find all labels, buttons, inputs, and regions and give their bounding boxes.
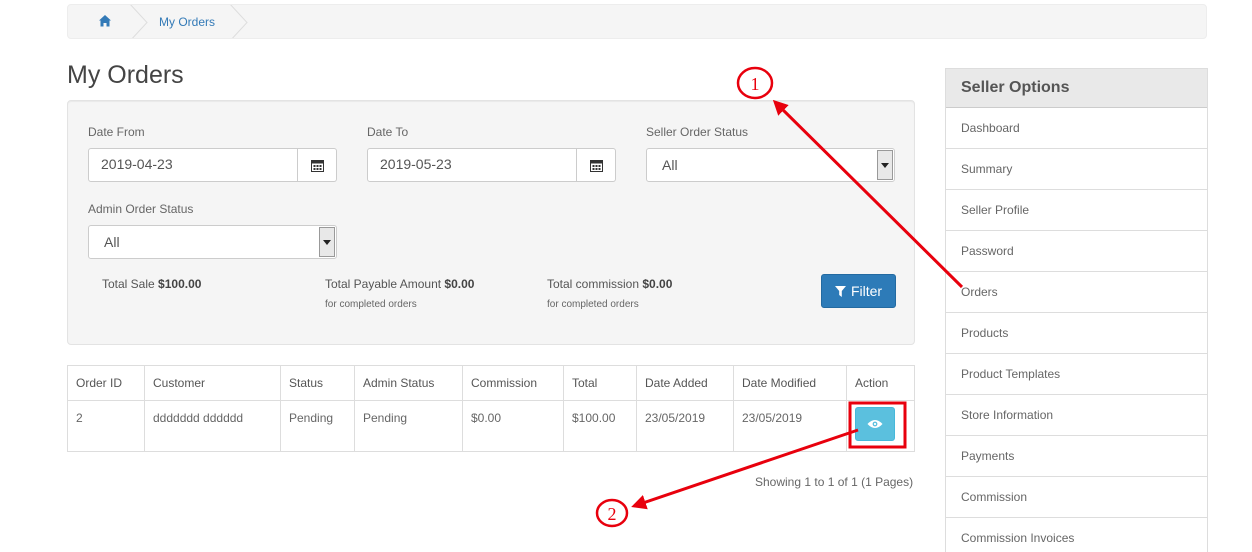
pagination-results: Showing 1 to 1 of 1 (1 Pages) [755, 475, 914, 489]
cell-total: $100.00 [563, 400, 637, 452]
col-date-modified: Date Modified [733, 365, 847, 401]
annotation-marker-2 [595, 498, 629, 528]
sidebar-item-seller-profile[interactable]: Seller Profile [946, 190, 1207, 231]
col-order-id: Order ID [67, 365, 145, 401]
date-from-input[interactable]: 2019-04-23 [88, 148, 298, 182]
page-title: My Orders [67, 61, 184, 89]
cell-commission: $0.00 [462, 400, 564, 452]
col-total: Total [563, 365, 637, 401]
seller-status-label: Seller Order Status [646, 125, 749, 139]
col-date-added: Date Added [636, 365, 734, 401]
annotation-marker-1 [736, 66, 774, 100]
calendar-icon[interactable] [577, 148, 616, 182]
admin-status-label: Admin Order Status [88, 202, 194, 216]
total-payable-note: for completed orders [325, 299, 417, 310]
seller-options-sidebar: Seller Options Dashboard Summary Seller … [945, 68, 1208, 552]
cell-order-id: 2 [67, 400, 145, 452]
col-status: Status [280, 365, 355, 401]
cell-admin-status: Pending [354, 400, 463, 452]
total-commission-label: Total commission [547, 277, 640, 291]
date-to-label: Date To [367, 125, 409, 139]
sidebar-item-product-templates[interactable]: Product Templates [946, 354, 1207, 395]
total-sale: Total Sale $100.00 [102, 277, 201, 291]
filter-button[interactable]: Filter [821, 274, 896, 308]
col-admin-status: Admin Status [354, 365, 463, 401]
sidebar-item-products[interactable]: Products [946, 313, 1207, 354]
date-from-label: Date From [88, 125, 145, 139]
sidebar-item-commission[interactable]: Commission [946, 477, 1207, 518]
sidebar-item-orders[interactable]: Orders [946, 272, 1207, 313]
funnel-icon [834, 285, 846, 297]
sidebar-item-password[interactable]: Password [946, 231, 1207, 272]
breadcrumb-separator [130, 5, 148, 38]
dropdown-arrow-icon[interactable] [319, 227, 335, 257]
date-to-input[interactable]: 2019-05-23 [367, 148, 577, 182]
col-customer: Customer [144, 365, 281, 401]
sidebar-item-store-information[interactable]: Store Information [946, 395, 1207, 436]
calendar-icon[interactable] [298, 148, 337, 182]
total-payable: Total Payable Amount $0.00 [325, 277, 474, 291]
cell-date-added: 23/05/2019 [636, 400, 734, 452]
total-sale-value: $100.00 [158, 277, 202, 291]
view-order-button[interactable] [855, 407, 895, 441]
breadcrumb-separator [230, 5, 248, 38]
annotation-marker-1-label: 1 [751, 74, 760, 94]
col-commission: Commission [462, 365, 564, 401]
admin-status-value: All [104, 234, 120, 250]
filter-panel: Date From 2019-04-23 Date To 2019-05-23 … [67, 100, 915, 345]
eye-icon [867, 420, 883, 428]
total-commission-value: $0.00 [642, 277, 673, 291]
sidebar-item-commission-invoices[interactable]: Commission Invoices [946, 518, 1207, 552]
col-action: Action [846, 365, 915, 401]
cell-status: Pending [280, 400, 355, 452]
annotation-marker-2-label: 2 [608, 504, 617, 524]
dropdown-arrow-icon[interactable] [877, 150, 893, 180]
breadcrumb: My Orders [67, 4, 1207, 39]
table-row: 2 ddddddd dddddd Pending Pending $0.00 $… [67, 400, 915, 452]
sidebar-item-dashboard[interactable]: Dashboard [946, 108, 1207, 149]
breadcrumb-my-orders-link[interactable]: My Orders [159, 15, 215, 29]
orders-table: Order ID Customer Status Admin Status Co… [67, 365, 915, 452]
cell-action [846, 400, 915, 452]
total-commission: Total commission $0.00 [547, 277, 672, 291]
sidebar-item-payments[interactable]: Payments [946, 436, 1207, 477]
total-payable-value: $0.00 [444, 277, 475, 291]
cell-customer: ddddddd dddddd [144, 400, 281, 452]
home-icon[interactable] [98, 14, 112, 28]
sidebar-item-summary[interactable]: Summary [946, 149, 1207, 190]
sidebar-title: Seller Options [946, 69, 1207, 108]
date-from-group: 2019-04-23 [88, 148, 337, 182]
total-sale-label: Total Sale [102, 277, 155, 291]
date-to-group: 2019-05-23 [367, 148, 616, 182]
admin-status-select[interactable]: All [88, 225, 337, 259]
total-payable-label: Total Payable Amount [325, 277, 442, 291]
seller-status-value: All [662, 157, 678, 173]
filter-button-label: Filter [850, 283, 883, 299]
total-commission-note: for completed orders [547, 299, 639, 310]
table-header-row: Order ID Customer Status Admin Status Co… [67, 365, 915, 401]
seller-status-select[interactable]: All [646, 148, 895, 182]
cell-date-modified: 23/05/2019 [733, 400, 847, 452]
